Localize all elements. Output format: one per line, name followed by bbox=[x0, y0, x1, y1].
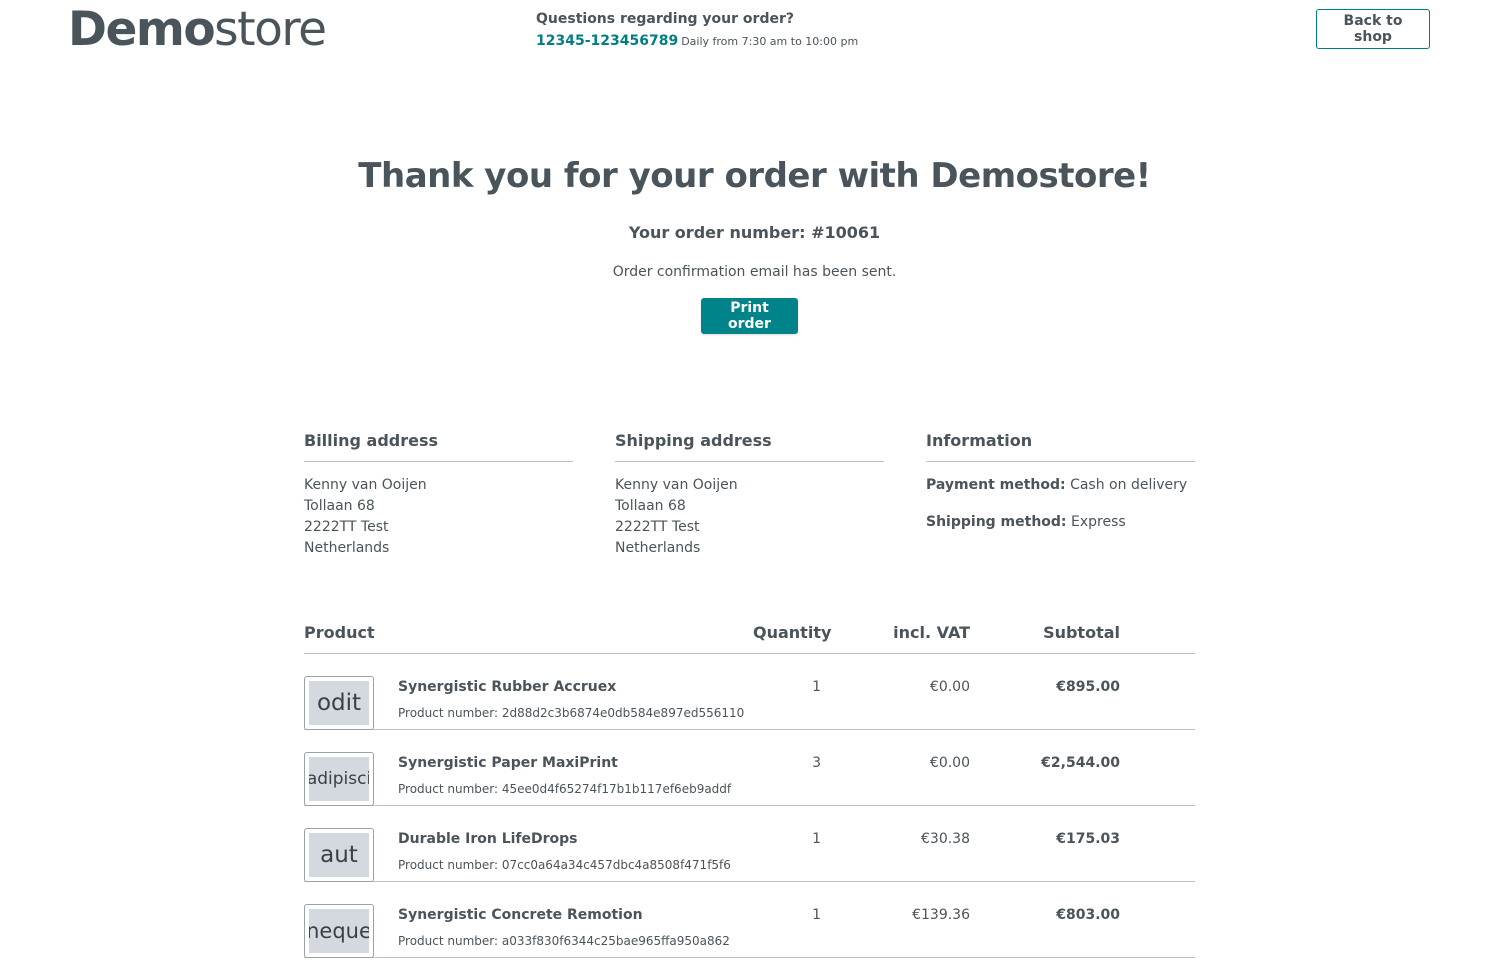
billing-zip-city: 2222TT Test bbox=[304, 519, 389, 535]
print-order-button[interactable]: Print order bbox=[701, 298, 798, 334]
shipping-method-value: Express bbox=[1071, 514, 1126, 530]
billing-address-title: Billing address bbox=[304, 430, 573, 462]
product-name: Synergistic Paper MaxiPrint bbox=[398, 755, 618, 771]
product-subtotal: €895.00 bbox=[1056, 679, 1120, 695]
contact-info: Questions regarding your order? 12345-12… bbox=[536, 10, 858, 51]
billing-address-body: Kenny van Ooijen Tollaan 68 2222TT Test … bbox=[304, 475, 573, 559]
product-quantity: 3 bbox=[812, 755, 821, 771]
back-to-shop-button[interactable]: Back to shop bbox=[1316, 9, 1430, 49]
product-thumbnail[interactable]: adipisci bbox=[304, 752, 374, 806]
billing-address-section: Billing address Kenny van Ooijen Tollaan… bbox=[304, 430, 573, 559]
billing-name: Kenny van Ooijen bbox=[304, 477, 427, 493]
shipping-country: Netherlands bbox=[615, 540, 701, 556]
information-section: Information Payment method: Cash on deli… bbox=[926, 430, 1195, 549]
product-number: Product number: 07cc0a64a34c457dbc4a8508… bbox=[398, 858, 731, 872]
shipping-street: Tollaan 68 bbox=[615, 498, 686, 514]
shipping-address-body: Kenny van Ooijen Tollaan 68 2222TT Test … bbox=[615, 475, 884, 559]
product-thumbnail-text: neque bbox=[309, 909, 369, 953]
product-subtotal: €2,544.00 bbox=[1041, 755, 1120, 771]
column-header-product: Product bbox=[304, 623, 375, 642]
product-name: Synergistic Rubber Accruex bbox=[398, 679, 617, 695]
shipping-name: Kenny van Ooijen bbox=[615, 477, 738, 493]
shipping-zip-city: 2222TT Test bbox=[615, 519, 700, 535]
product-thumbnail[interactable]: aut bbox=[304, 828, 374, 882]
product-vat: €30.38 bbox=[921, 831, 970, 847]
billing-country: Netherlands bbox=[304, 540, 390, 556]
column-header-subtotal: Subtotal bbox=[1043, 623, 1120, 642]
table-row: odit Synergistic Rubber Accruex Product … bbox=[304, 654, 1195, 730]
product-name: Durable Iron LifeDrops bbox=[398, 831, 578, 847]
product-number: Product number: a033f830f6344c25bae965ff… bbox=[398, 934, 730, 948]
product-thumbnail[interactable]: neque bbox=[304, 904, 374, 958]
contact-hours: Daily from 7:30 am to 10:00 pm bbox=[681, 35, 859, 48]
shipping-address-section: Shipping address Kenny van Ooijen Tollaa… bbox=[615, 430, 884, 559]
email-confirmation-message: Order confirmation email has been sent. bbox=[612, 264, 897, 280]
information-body: Payment method: Cash on delivery Shippin… bbox=[926, 475, 1195, 533]
contact-line: 12345-123456789 Daily from 7:30 am to 10:… bbox=[536, 31, 858, 51]
contact-phone-link[interactable]: 12345-123456789 bbox=[536, 33, 678, 49]
column-header-vat: incl. VAT bbox=[893, 623, 970, 642]
order-number: Your order number: #10061 bbox=[628, 223, 881, 242]
page-title: Thank you for your order with Demostore! bbox=[358, 156, 1151, 196]
logo-light-text: store bbox=[214, 2, 327, 57]
billing-street: Tollaan 68 bbox=[304, 498, 375, 514]
information-title: Information bbox=[926, 430, 1195, 462]
product-thumbnail-text: odit bbox=[309, 681, 369, 725]
shipping-method-label: Shipping method: bbox=[926, 514, 1067, 530]
payment-method-value: Cash on delivery bbox=[1070, 477, 1188, 493]
product-thumbnail[interactable]: odit bbox=[304, 676, 374, 730]
column-header-quantity: Quantity bbox=[753, 623, 832, 642]
shipping-address-title: Shipping address bbox=[615, 430, 884, 462]
product-subtotal: €175.03 bbox=[1056, 831, 1120, 847]
payment-method: Payment method: Cash on delivery bbox=[926, 475, 1195, 496]
table-row: neque Synergistic Concrete Remotion Prod… bbox=[304, 882, 1195, 958]
product-name: Synergistic Concrete Remotion bbox=[398, 907, 643, 923]
product-quantity: 1 bbox=[812, 679, 821, 695]
product-quantity: 1 bbox=[812, 831, 821, 847]
product-quantity: 1 bbox=[812, 907, 821, 923]
product-vat: €139.36 bbox=[912, 907, 970, 923]
contact-question: Questions regarding your order? bbox=[536, 11, 794, 27]
product-subtotal: €803.00 bbox=[1056, 907, 1120, 923]
product-thumbnail-text: aut bbox=[309, 833, 369, 877]
table-row: adipisci Synergistic Paper MaxiPrint Pro… bbox=[304, 730, 1195, 806]
header: Demostore Questions regarding your order… bbox=[0, 0, 1509, 70]
product-thumbnail-text: adipisci bbox=[309, 757, 369, 801]
shipping-method: Shipping method: Express bbox=[926, 512, 1195, 533]
order-table-header: Product Quantity incl. VAT Subtotal bbox=[304, 622, 1195, 654]
logo-bold-text: Demo bbox=[68, 2, 216, 57]
product-number: Product number: 2d88d2c3b6874e0db584e897… bbox=[398, 706, 745, 720]
product-vat: €0.00 bbox=[929, 679, 970, 695]
table-row: aut Durable Iron LifeDrops Product numbe… bbox=[304, 806, 1195, 882]
store-logo[interactable]: Demostore bbox=[68, 2, 327, 58]
payment-method-label: Payment method: bbox=[926, 477, 1066, 493]
product-number: Product number: 45ee0d4f65274f17b1b117ef… bbox=[398, 782, 732, 796]
product-vat: €0.00 bbox=[929, 755, 970, 771]
